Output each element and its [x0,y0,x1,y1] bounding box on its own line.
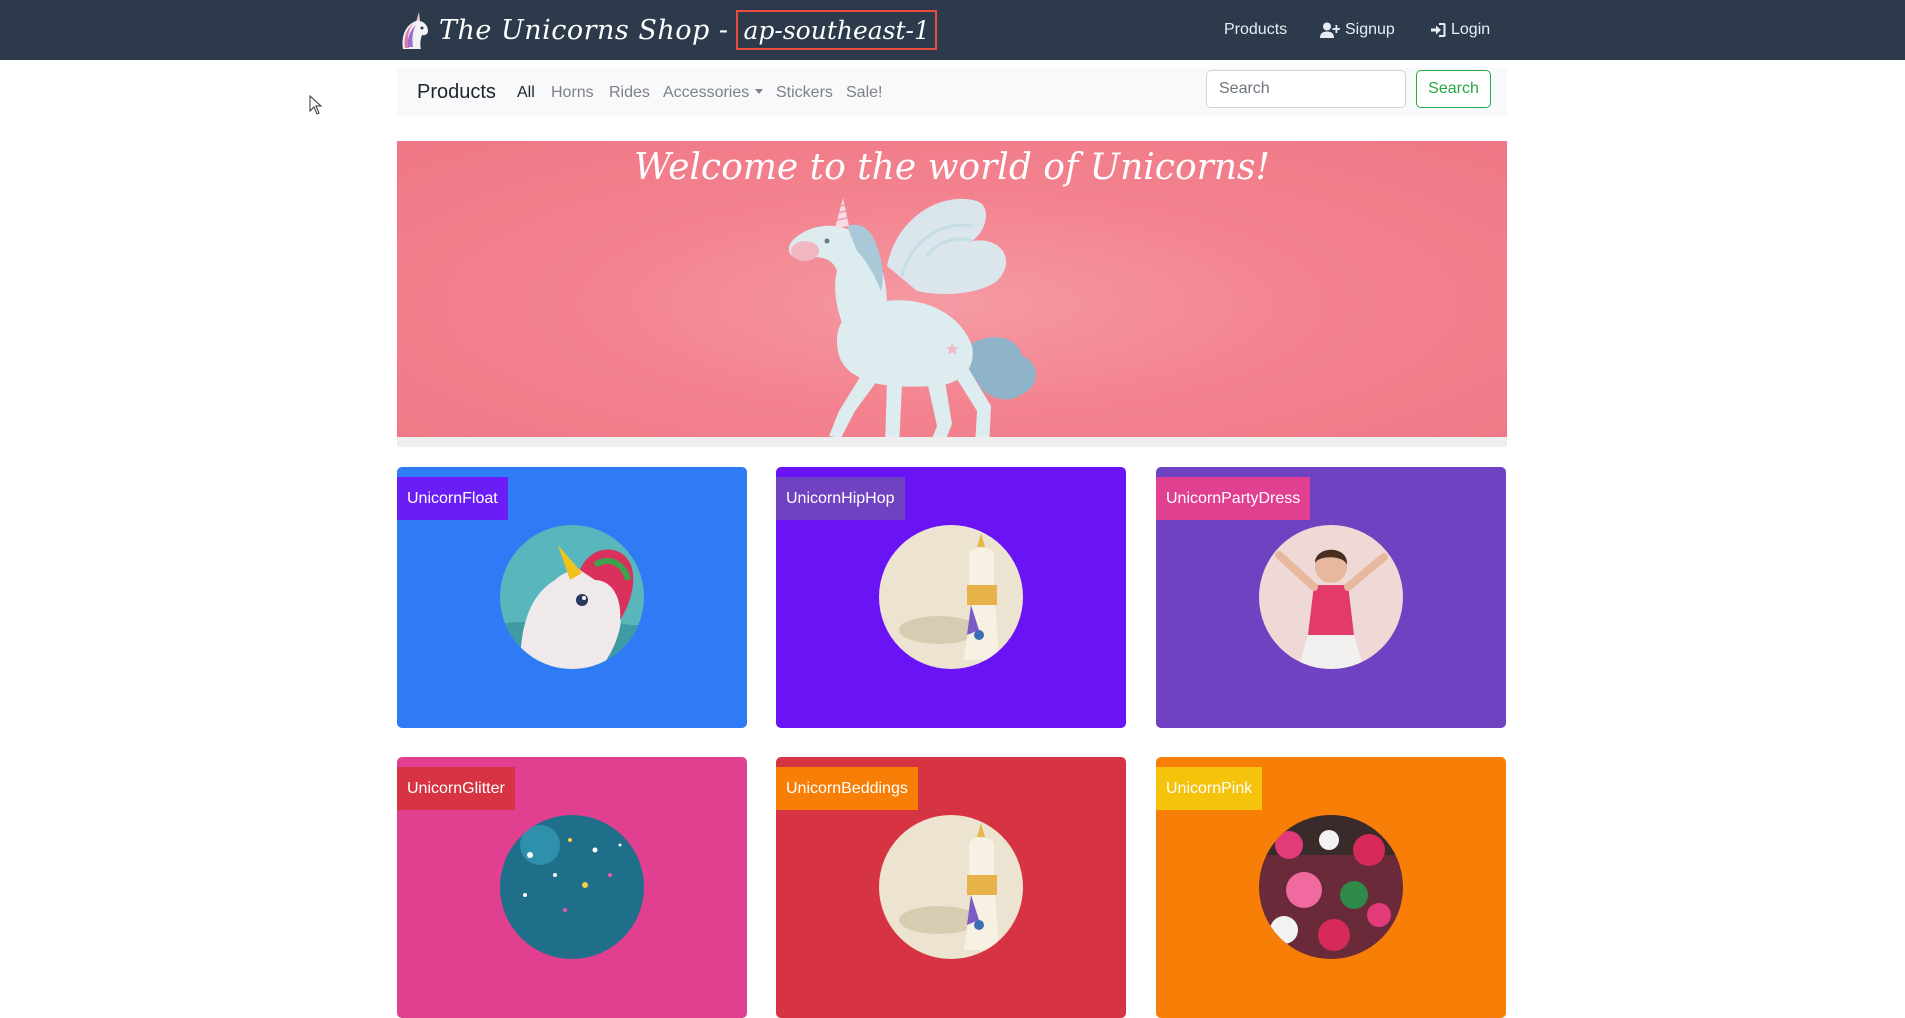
category-link-accessories-label: Accessories [663,84,750,101]
product-card-unicornfloat[interactable]: UnicornFloat [397,467,747,728]
product-name-label: UnicornGlitter [397,767,515,810]
chevron-down-icon [755,89,764,94]
product-name-label: UnicornFloat [397,477,508,520]
product-name-label: UnicornHipHop [776,477,905,520]
search-button[interactable]: Search [1416,70,1491,108]
nav-login-label: Login [1451,21,1491,38]
nav-signup-label: Signup [1345,21,1395,38]
category-link-horns[interactable]: Horns [551,84,594,102]
hero-banner: Welcome to the world of Unicorns! [397,141,1507,447]
product-image-unicornfloat[interactable] [500,525,644,669]
product-image-unicornglitter[interactable] [500,815,644,959]
product-name-label: UnicornPartyDress [1156,477,1311,520]
brand[interactable]: The Unicorns Shop - ap-southeast-1 [395,9,937,51]
product-card-unicornbeddings[interactable]: UnicornBeddings [776,757,1126,1018]
hero-image: Welcome to the world of Unicorns! [397,141,1507,437]
product-image-unicornbeddings[interactable] [879,815,1023,959]
hero-title: Welcome to the world of Unicorns! [634,147,1270,188]
product-card-unicornglitter[interactable]: UnicornGlitter [397,757,747,1018]
nav-products-link[interactable]: Products [1224,0,1287,60]
region-label: ap-southeast-1 [736,10,937,50]
product-card-unicornpink[interactable]: UnicornPink [1156,757,1506,1018]
search-input[interactable] [1206,70,1406,108]
category-link-stickers[interactable]: Stickers [776,84,833,102]
product-name-label: UnicornPink [1156,767,1263,810]
nav-signup-link[interactable]: Signup [1320,0,1395,60]
category-dropdown-accessories[interactable]: Accessories [663,84,764,102]
category-navbar-title[interactable]: Products [417,81,496,104]
brand-title: The Unicorns Shop - [439,14,729,46]
product-name-label: UnicornBeddings [776,767,918,810]
product-image-unicornpink[interactable] [1259,815,1403,959]
product-image-unicornhiphop[interactable] [879,525,1023,669]
product-card-unicornhiphop[interactable]: UnicornHipHop [776,467,1126,728]
category-link-sale[interactable]: Sale! [846,84,882,102]
product-card-unicornpartydress[interactable]: UnicornPartyDress [1156,467,1506,728]
mouse-cursor-icon [309,95,323,115]
product-image-unicornpartydress[interactable] [1259,525,1403,669]
nav-products-label: Products [1224,21,1288,38]
unicorn-logo-icon [402,12,428,49]
category-navbar: Products All Horns Rides Accessories Sti… [397,68,1507,117]
winged-unicorn-illustration [788,198,1036,437]
sign-in-icon [1431,23,1446,37]
user-plus-icon [1320,22,1340,38]
category-link-rides[interactable]: Rides [609,84,650,102]
nav-login-link[interactable]: Login [1430,0,1490,60]
top-navbar: The Unicorns Shop - ap-southeast-1 Produ… [0,0,1905,60]
category-link-all[interactable]: All [517,84,535,102]
